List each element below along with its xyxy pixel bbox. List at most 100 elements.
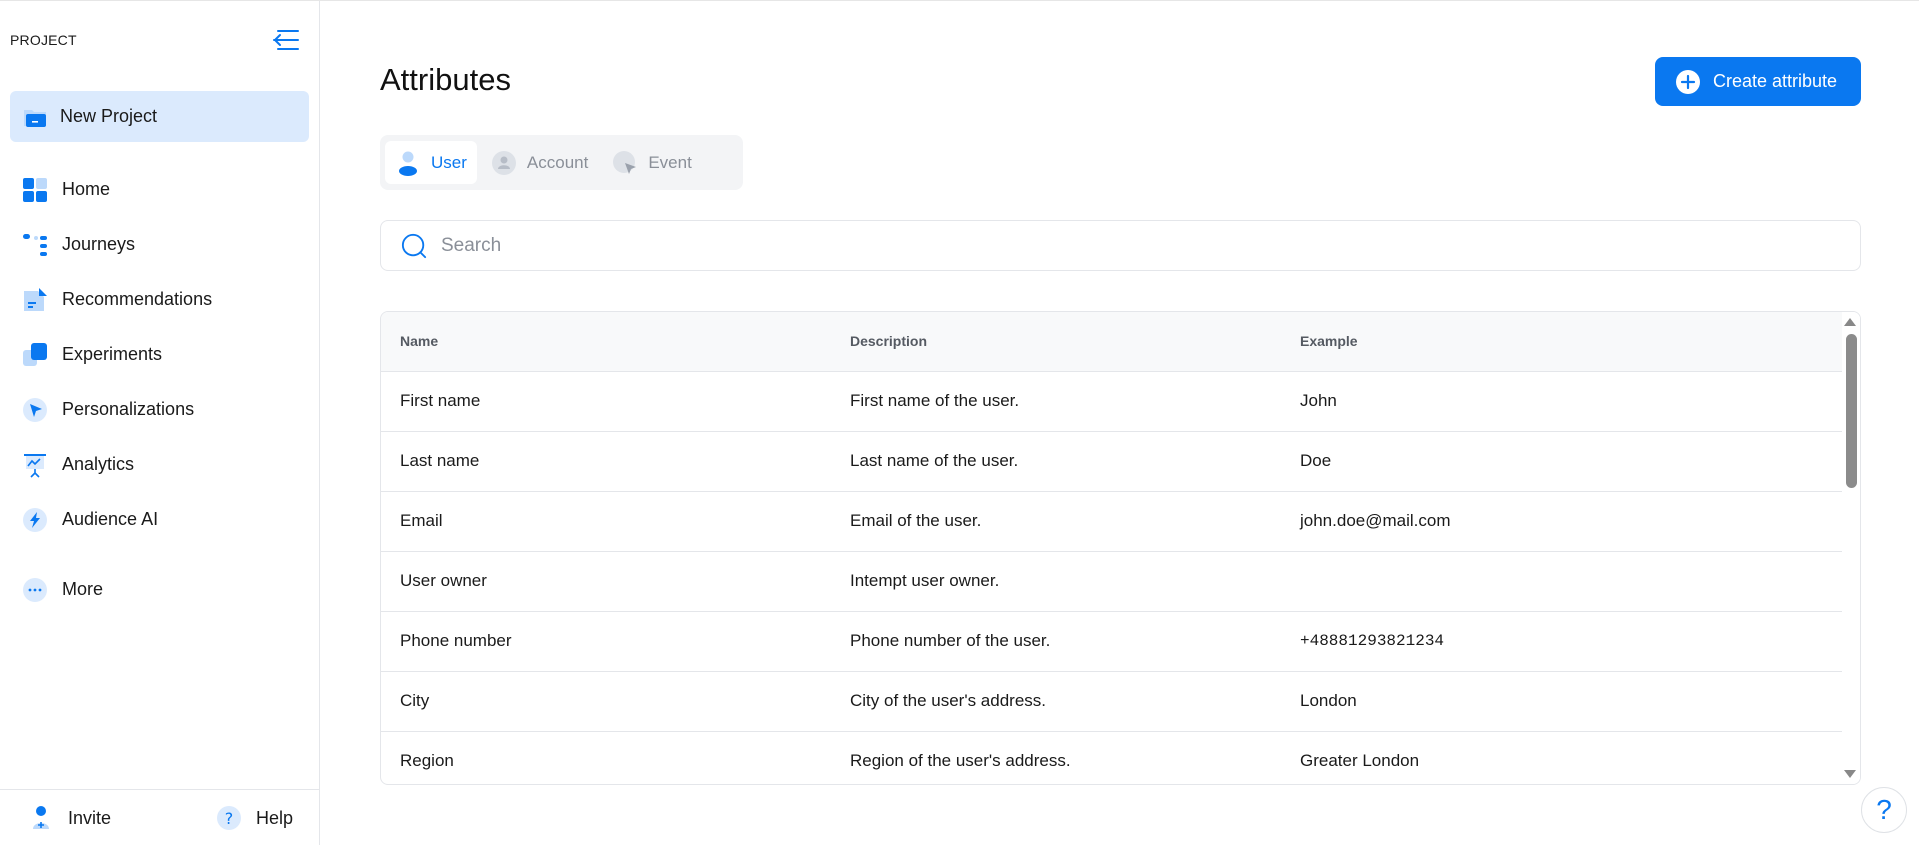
project-selector[interactable]: New Project [10, 91, 309, 142]
table-row[interactable]: User owner Intempt user owner. [381, 551, 1843, 612]
invite-button[interactable]: Invite [28, 805, 111, 831]
cell-name: Email [381, 491, 831, 552]
cell-example: Greater London [1281, 731, 1843, 784]
sidebar-item-personalizations[interactable]: Personalizations [0, 382, 319, 437]
sidebar-item-label: Audience AI [62, 509, 159, 529]
tab-label: User [431, 152, 467, 172]
app-root: PROJECT New Project Home Journeys Recomm… [0, 0, 1919, 845]
analytics-icon [22, 452, 48, 478]
scroll-down-arrow-icon[interactable] [1844, 770, 1856, 778]
table-row[interactable]: City City of the user's address. London [381, 671, 1843, 732]
sidebar-item-label: Personalizations [62, 399, 195, 419]
cell-description: Region of the user's address. [831, 731, 1281, 784]
tab-account[interactable]: Account [481, 141, 598, 184]
table-row[interactable]: First name First name of the user. John [381, 371, 1843, 432]
sidebar-item-journeys[interactable]: Journeys [0, 217, 319, 272]
plus-circle-icon [1675, 69, 1701, 95]
sidebar-item-recommendations[interactable]: Recommendations [0, 272, 319, 327]
search-input[interactable] [441, 234, 1821, 257]
sidebar-item-label: More [62, 579, 104, 599]
audience-ai-icon [22, 507, 48, 533]
experiments-icon [22, 342, 48, 368]
sidebar-item-experiments[interactable]: Experiments [0, 327, 319, 382]
collapse-sidebar-button[interactable] [271, 25, 301, 55]
project-heading: PROJECT [10, 32, 77, 48]
cell-name: Phone number [381, 611, 831, 672]
sidebar-item-label: Journeys [62, 234, 136, 254]
search-icon [401, 233, 427, 259]
scroll-up-arrow-icon[interactable] [1844, 318, 1856, 326]
table-header-row: Name Description Example [381, 312, 1843, 372]
sidebar-nav: Home Journeys Recommendations Experiment… [0, 162, 319, 617]
home-icon [22, 177, 48, 203]
attributes-table-grid: Name Description Example First name Firs… [381, 312, 1843, 784]
column-header-name[interactable]: Name [381, 312, 831, 372]
help-icon: ? [216, 805, 242, 831]
recommendations-icon [22, 287, 48, 313]
help-button[interactable]: ? Help [216, 805, 293, 831]
folder-icon [22, 104, 48, 130]
sidebar-header: PROJECT [0, 1, 319, 79]
sidebar-item-audience-ai[interactable]: Audience AI [0, 492, 319, 547]
scrollbar-thumb[interactable] [1846, 334, 1857, 488]
cell-description: Email of the user. [831, 491, 1281, 552]
personalizations-icon [22, 397, 48, 423]
page-title: Attributes [380, 62, 511, 97]
cell-example: +48881293821234 [1281, 611, 1843, 672]
search-bar [380, 220, 1861, 271]
table-row[interactable]: Email Email of the user. john.doe@mail.c… [381, 491, 1843, 552]
table-row[interactable]: Region Region of the user's address. Gre… [381, 731, 1843, 784]
user-icon [395, 150, 421, 176]
event-icon [612, 150, 638, 176]
sidebar-item-more[interactable]: More [0, 562, 319, 617]
project-name: New Project [60, 106, 158, 126]
invite-label: Invite [68, 807, 112, 828]
main-content: Attributes Create attribute User Account… [320, 1, 1919, 845]
attribute-type-tabs: User Account Event [380, 135, 743, 190]
table-row[interactable]: Last name Last name of the user. Doe [381, 431, 1843, 492]
cell-description: Phone number of the user. [831, 611, 1281, 672]
cell-description: Last name of the user. [831, 431, 1281, 492]
collapse-menu-icon [273, 30, 299, 50]
attributes-table: Name Description Example First name Firs… [380, 311, 1861, 785]
sidebar-item-label: Home [62, 179, 111, 199]
sidebar: PROJECT New Project Home Journeys Recomm… [0, 1, 320, 845]
svg-text:?: ? [225, 809, 234, 828]
cell-example: London [1281, 671, 1843, 732]
sidebar-footer: Invite ? Help [0, 789, 319, 845]
journeys-icon [22, 232, 48, 258]
more-icon [22, 577, 48, 603]
table-scrollbar[interactable] [1842, 312, 1860, 784]
cell-name: First name [381, 371, 831, 432]
cell-name: Region [381, 731, 831, 784]
floating-help-button[interactable]: ? [1861, 787, 1907, 833]
create-attribute-button[interactable]: Create attribute [1655, 57, 1861, 106]
cell-name: Last name [381, 431, 831, 492]
column-header-example[interactable]: Example [1281, 312, 1843, 372]
tab-event[interactable]: Event [602, 141, 701, 184]
sidebar-item-label: Experiments [62, 344, 163, 364]
help-label: Help [255, 807, 293, 828]
cell-name: City [381, 671, 831, 732]
invite-user-icon [28, 805, 54, 831]
cell-name: User owner [381, 551, 831, 612]
create-attribute-label: Create attribute [1713, 71, 1838, 91]
sidebar-item-home[interactable]: Home [0, 162, 319, 217]
sidebar-item-label: Analytics [62, 454, 135, 474]
tab-user[interactable]: User [385, 141, 477, 184]
cell-example: john.doe@mail.com [1281, 491, 1843, 552]
cell-description: City of the user's address. [831, 671, 1281, 732]
account-icon [491, 150, 517, 176]
table-row[interactable]: Phone number Phone number of the user. +… [381, 611, 1843, 672]
tab-label: Account [526, 152, 589, 172]
cell-description: First name of the user. [831, 371, 1281, 432]
cell-example: Doe [1281, 431, 1843, 492]
cell-description: Intempt user owner. [831, 551, 1281, 612]
column-header-description[interactable]: Description [831, 312, 1281, 372]
cell-example [1281, 551, 1843, 612]
sidebar-item-analytics[interactable]: Analytics [0, 437, 319, 492]
cell-example: John [1281, 371, 1843, 432]
sidebar-item-label: Recommendations [62, 289, 213, 309]
question-mark-icon: ? [1876, 794, 1892, 825]
tab-label: Event [648, 152, 692, 172]
